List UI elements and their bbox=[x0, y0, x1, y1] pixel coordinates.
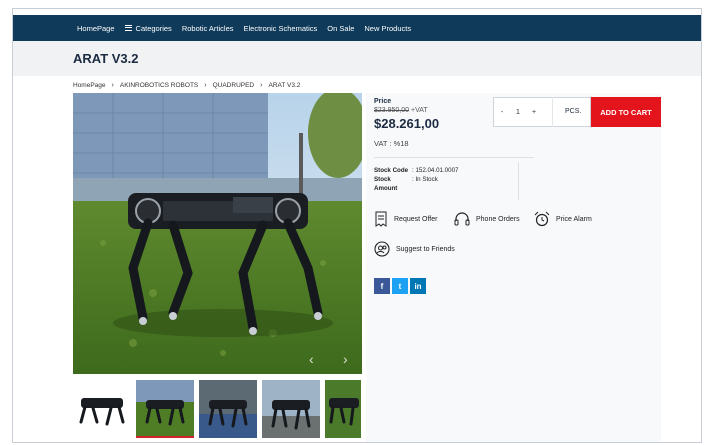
request-offer-button[interactable]: Request Offer bbox=[374, 211, 437, 227]
suggest-to-friends-label: Suggest to Friends bbox=[396, 245, 455, 253]
nav-robotic-articles[interactable]: Robotic Articles bbox=[182, 24, 234, 33]
facebook-icon[interactable]: f bbox=[374, 278, 390, 294]
quantity-stepper: - 1 + PCS. bbox=[493, 97, 591, 127]
product-main-image[interactable]: ‹ › bbox=[73, 93, 362, 374]
breadcrumb-current: ARAT V3.2 bbox=[268, 82, 301, 89]
old-price: $23.950,00 +VAT bbox=[374, 107, 428, 114]
phone-orders-button[interactable]: Phone Orders bbox=[454, 211, 520, 227]
thumbnail-2[interactable] bbox=[136, 380, 194, 438]
breadcrumb-homepage[interactable]: HomePage bbox=[73, 82, 106, 89]
thumbnail-image bbox=[199, 380, 257, 438]
quantity-plus-button[interactable]: + bbox=[526, 109, 542, 116]
nav-categories[interactable]: Categories bbox=[124, 23, 172, 33]
quantity-input[interactable]: 1 bbox=[510, 109, 526, 116]
nav-on-sale[interactable]: On Sale bbox=[327, 24, 354, 33]
suggest-to-friends-button[interactable]: Suggest to Friends bbox=[374, 241, 455, 257]
breadcrumb-akinrobotics[interactable]: AKINROBOTICS ROBOTS bbox=[120, 82, 198, 89]
current-price: $28.261,00 bbox=[374, 116, 440, 131]
stock-code-label: Stock Code bbox=[374, 167, 409, 174]
page-title: ARAT V3.2 bbox=[73, 51, 139, 66]
nav-homepage[interactable]: HomePage bbox=[77, 24, 115, 33]
breadcrumb-separator-icon: › bbox=[260, 82, 263, 89]
headset-icon bbox=[454, 212, 470, 226]
alarm-clock-icon bbox=[534, 211, 550, 227]
title-bar: ARAT V3.2 bbox=[13, 41, 701, 76]
old-price-value: $23.950,00 bbox=[374, 107, 410, 114]
nav-categories-label: Categories bbox=[135, 23, 172, 33]
thumbnail-3[interactable] bbox=[199, 380, 257, 438]
add-to-cart-button[interactable]: ADD TO CART bbox=[591, 97, 661, 127]
menu-icon bbox=[124, 25, 132, 31]
social-share: f t in bbox=[374, 278, 426, 294]
breadcrumb-separator-icon: › bbox=[204, 82, 207, 89]
breadcrumb-separator-icon: › bbox=[111, 82, 114, 89]
twitter-icon[interactable]: t bbox=[392, 278, 408, 294]
nav-new-products[interactable]: New Products bbox=[364, 24, 411, 33]
thumbnail-5[interactable] bbox=[325, 380, 361, 438]
phone-orders-label: Phone Orders bbox=[476, 215, 520, 223]
divider bbox=[374, 157, 534, 158]
thumbnail-image bbox=[73, 380, 131, 438]
thumbnail-4[interactable] bbox=[262, 380, 320, 438]
breadcrumb-quadruped[interactable]: QUADRUPED bbox=[213, 82, 255, 89]
amount-label: Amount bbox=[374, 185, 398, 192]
vat-info: VAT : %18 bbox=[374, 139, 409, 148]
thumbnail-image bbox=[136, 380, 194, 436]
stock-code-value: : 152.04.01.0007 bbox=[412, 167, 459, 174]
linkedin-icon[interactable]: in bbox=[410, 278, 426, 294]
unit-label: PCS. bbox=[552, 97, 581, 127]
quantity-minus-button[interactable]: - bbox=[494, 109, 510, 116]
page-frame: HomePage Categories Robotic Articles Ele… bbox=[12, 8, 702, 443]
price-label: Price bbox=[374, 98, 392, 105]
nav-electronic-schematics[interactable]: Electronic Schematics bbox=[244, 24, 318, 33]
divider bbox=[518, 162, 519, 200]
breadcrumb: HomePage › AKINROBOTICS ROBOTS › QUADRUP… bbox=[73, 82, 306, 89]
robot-photo bbox=[73, 93, 362, 374]
thumbnail-image bbox=[262, 380, 320, 438]
stock-label: Stock bbox=[374, 176, 391, 183]
thumbnail-1[interactable] bbox=[73, 380, 131, 438]
top-navbar: HomePage Categories Robotic Articles Ele… bbox=[13, 15, 701, 41]
chevron-right-icon[interactable]: › bbox=[343, 351, 348, 367]
thumbnail-image bbox=[325, 380, 361, 438]
stock-value: : In Stock bbox=[412, 176, 438, 183]
price-alarm-label: Price Alarm bbox=[556, 215, 592, 223]
request-offer-label: Request Offer bbox=[394, 215, 438, 223]
stock-info: Stock Code: 152.04.01.0007 Stock : In Sto… bbox=[374, 166, 458, 193]
document-icon bbox=[375, 211, 387, 227]
price-alarm-button[interactable]: Price Alarm bbox=[534, 211, 592, 227]
thumbnail-strip bbox=[73, 380, 361, 438]
old-price-suffix: +VAT bbox=[411, 107, 428, 114]
product-info-panel: Price $23.950,00 +VAT $28.261,00 VAT : %… bbox=[366, 93, 661, 442]
chevron-left-icon[interactable]: ‹ bbox=[309, 351, 314, 367]
users-icon bbox=[374, 241, 390, 257]
